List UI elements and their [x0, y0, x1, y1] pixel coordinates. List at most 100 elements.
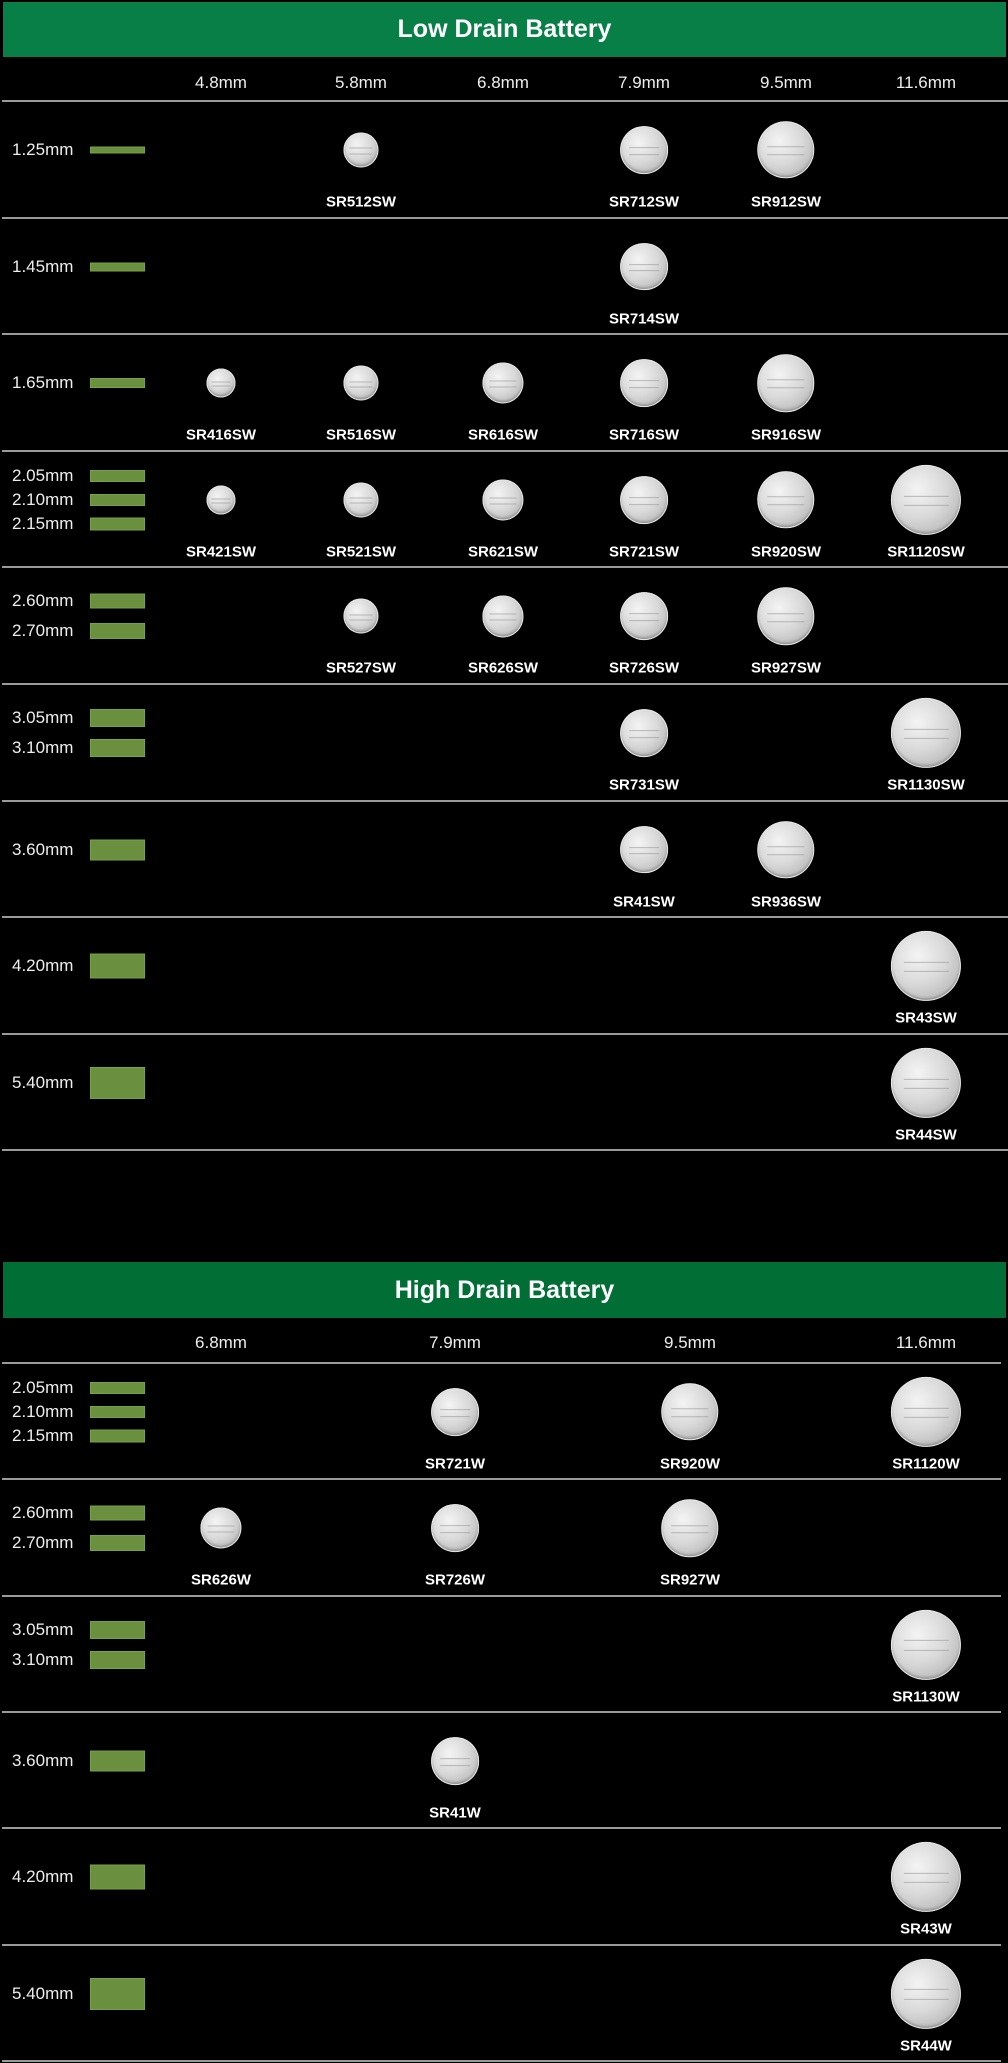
battery-coin-icon [757, 121, 815, 179]
battery-coin-icon [482, 362, 524, 404]
thickness-bar [90, 1382, 145, 1394]
battery-model-label: SR721W [424, 1455, 486, 1473]
battery-coin-icon [620, 709, 668, 757]
thickness-bar [90, 1505, 145, 1521]
battery-model-label: SR43W [900, 1920, 952, 1938]
thickness-bar [90, 1864, 145, 1890]
battery-coin-icon [343, 482, 379, 518]
row-divider [2, 449, 1008, 452]
thickness-label: 2.05mm [12, 465, 74, 485]
battery-coin-icon [890, 697, 962, 769]
battery-model-label: SR41W [429, 1804, 481, 1822]
row-divider [2, 799, 1008, 802]
row-divider [2, 1149, 1008, 1152]
battery-coin-icon [343, 132, 379, 168]
diameter-header: 9.5mm [760, 73, 812, 92]
battery-coin-icon [757, 471, 815, 529]
battery-model-label: SR41SW [613, 893, 675, 911]
row-divider [2, 100, 1008, 102]
thickness-bar [90, 1066, 145, 1099]
battery-coin-icon [757, 820, 815, 879]
diameter-header: 11.6mm [895, 1333, 957, 1352]
thickness-bar [90, 623, 145, 640]
battery-model-label: SR626W [190, 1571, 252, 1589]
diameter-header: 7.9mm [429, 1333, 481, 1352]
thickness-bar [90, 262, 145, 272]
thickness-label: 3.05mm [12, 708, 74, 727]
battery-coin-icon [620, 592, 668, 641]
diameter-header: 4.8mm [195, 73, 247, 92]
battery-model-label: SR621SW [467, 543, 539, 561]
thickness-bar [90, 1429, 145, 1443]
row-divider [2, 1710, 1001, 1713]
row-divider [2, 216, 1008, 219]
diameter-header: 7.9mm [618, 73, 670, 92]
battery-coin-icon [343, 365, 379, 401]
battery-coin-icon [890, 1609, 962, 1680]
thickness-label: 2.10mm [12, 489, 74, 509]
battery-model-label: SR521SW [325, 543, 397, 561]
row-divider [2, 683, 1008, 685]
row-divider [2, 1032, 1008, 1035]
thickness-bar [90, 839, 145, 861]
thickness-label: 2.15mm [12, 1426, 74, 1445]
battery-model-label: SR421SW [185, 543, 257, 561]
battery-coin-icon [620, 359, 668, 408]
thickness-label: 2.15mm [12, 513, 74, 533]
battery-coin-icon [620, 126, 668, 174]
row-divider [2, 2059, 1001, 2062]
battery-coin-icon [431, 1388, 479, 1436]
battery-coin-icon [661, 1383, 719, 1441]
row-divider [2, 1594, 1001, 1597]
battery-model-label: SR716SW [608, 426, 680, 444]
thickness-label: 1.65mm [12, 373, 74, 393]
battery-model-label: SR927SW [750, 659, 822, 677]
battery-coin-icon [206, 368, 236, 398]
thickness-label: 2.10mm [12, 1402, 74, 1421]
battery-model-label: SR912SW [750, 193, 822, 211]
battery-coin-icon [620, 475, 668, 524]
thickness-bar [90, 1977, 145, 2010]
thickness-label: 3.10mm [12, 1649, 74, 1669]
thickness-bar [90, 593, 145, 609]
battery-model-label: SR616SW [467, 426, 539, 444]
battery-coin-icon [620, 242, 668, 291]
battery-model-label: SR712SW [608, 193, 680, 211]
battery-coin-icon [200, 1507, 242, 1549]
row-divider [2, 1362, 1001, 1364]
battery-model-label: SR512SW [325, 193, 397, 211]
thickness-bar [90, 953, 145, 979]
battery-model-label: SR920W [659, 1455, 721, 1473]
battery-coin-icon [343, 598, 379, 634]
row-divider [2, 1478, 1001, 1481]
thickness-label: 4.20mm [12, 956, 74, 976]
battery-model-label: SR721SW [608, 543, 680, 561]
diameter-header: 9.5mm [664, 1333, 716, 1352]
battery-coin-icon [482, 479, 524, 521]
thickness-label: 2.70mm [12, 1533, 74, 1553]
thickness-label: 3.60mm [12, 1750, 74, 1770]
battery-model-label: SR626SW [467, 659, 539, 677]
battery-model-label: SR44SW [895, 1126, 957, 1144]
battery-coin-icon [890, 1047, 962, 1118]
battery-model-label: SR416SW [185, 426, 257, 444]
thickness-label: 2.60mm [12, 591, 74, 611]
battery-coin-icon [757, 354, 815, 412]
thickness-bar [90, 739, 145, 757]
battery-model-label: SR726W [424, 1571, 486, 1589]
section-title: Low Drain Battery [3, 2, 1006, 57]
battery-model-label: SR44W [900, 2037, 952, 2054]
thickness-bar [90, 1620, 145, 1639]
row-divider [2, 916, 1008, 919]
battery-coin-icon [757, 587, 815, 646]
battery-coin-icon [482, 595, 524, 637]
battery-model-label: SR43SW [895, 1009, 957, 1027]
battery-model-label: SR516SW [325, 426, 397, 444]
battery-model-label: SR1120SW [887, 543, 965, 561]
thickness-bar [90, 493, 145, 506]
battery-model-label: SR527SW [325, 659, 397, 677]
battery-coin-icon [890, 1842, 962, 1913]
battery-coin-icon [620, 825, 668, 874]
thickness-label: 4.20mm [12, 1867, 74, 1887]
thickness-label: 5.40mm [12, 1072, 74, 1092]
